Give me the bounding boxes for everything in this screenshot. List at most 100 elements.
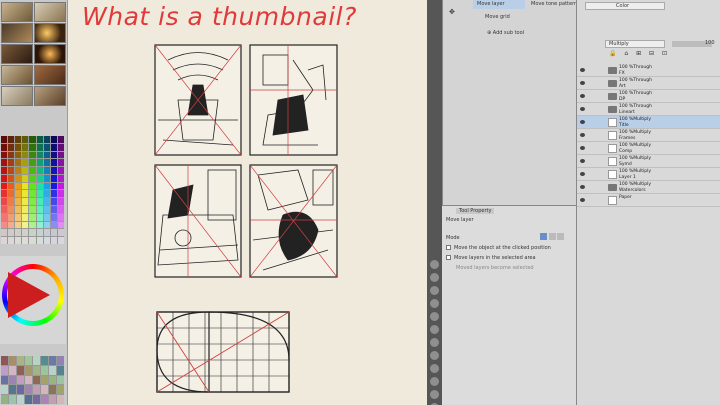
quick-access-button[interactable]: [430, 325, 439, 334]
color-swatch[interactable]: [1, 151, 8, 159]
quick-access-button[interactable]: [430, 260, 439, 269]
color-swatch[interactable]: [9, 365, 16, 375]
color-swatch[interactable]: [29, 237, 36, 244]
option-clicked-position[interactable]: Move the object at the clicked position: [446, 245, 551, 251]
color-swatch[interactable]: [57, 143, 64, 151]
color-swatch[interactable]: [29, 206, 36, 213]
color-swatch[interactable]: [29, 136, 36, 143]
eye-icon[interactable]: [580, 159, 585, 163]
layer-row[interactable]: Paper: [577, 194, 720, 207]
color-swatch[interactable]: [49, 395, 56, 404]
color-swatch[interactable]: [15, 143, 22, 151]
color-swatch[interactable]: [49, 385, 56, 395]
color-swatch[interactable]: [57, 198, 64, 206]
quick-access-button[interactable]: [430, 338, 439, 347]
color-swatch[interactable]: [8, 151, 15, 159]
color-swatch[interactable]: [43, 221, 50, 229]
color-swatch[interactable]: [50, 229, 57, 237]
color-swatch[interactable]: [41, 375, 48, 385]
color-swatch[interactable]: [17, 356, 24, 365]
color-swatch[interactable]: [33, 385, 40, 395]
color-swatch[interactable]: [49, 365, 56, 375]
color-swatch[interactable]: [8, 198, 15, 206]
color-swatch[interactable]: [8, 174, 15, 182]
layer-row[interactable]: 100 %Through Art: [577, 77, 720, 90]
color-swatch[interactable]: [57, 237, 64, 244]
color-swatch[interactable]: [36, 143, 43, 151]
color-swatch[interactable]: [50, 151, 57, 159]
layer-row[interactable]: 100 %Multiply Frames: [577, 129, 720, 142]
color-swatch[interactable]: [8, 206, 15, 213]
color-swatch[interactable]: [43, 167, 50, 174]
color-swatch[interactable]: [22, 143, 29, 151]
color-swatch[interactable]: [22, 213, 29, 221]
color-swatch[interactable]: [1, 174, 8, 182]
color-dropdown[interactable]: Color: [585, 2, 665, 10]
color-swatch[interactable]: [36, 167, 43, 174]
color-swatch[interactable]: [29, 167, 36, 174]
color-swatch[interactable]: [36, 174, 43, 182]
color-swatch[interactable]: [49, 375, 56, 385]
color-swatch[interactable]: [22, 136, 29, 143]
color-swatch[interactable]: [1, 365, 8, 375]
quick-access-button[interactable]: [430, 299, 439, 308]
color-swatch[interactable]: [57, 395, 64, 404]
color-swatch[interactable]: [1, 375, 8, 385]
color-swatch[interactable]: [1, 395, 8, 404]
color-swatch[interactable]: [29, 174, 36, 182]
quick-access-button[interactable]: [430, 286, 439, 295]
color-swatch[interactable]: [25, 385, 32, 395]
color-swatch[interactable]: [50, 159, 57, 167]
color-swatch[interactable]: [50, 190, 57, 198]
color-swatch[interactable]: [8, 190, 15, 198]
quick-access-button[interactable]: [430, 273, 439, 282]
color-swatch[interactable]: [50, 182, 57, 190]
subtool-move-grid[interactable]: Move grid: [481, 12, 514, 22]
eye-icon[interactable]: [580, 120, 585, 124]
color-swatch[interactable]: [9, 385, 16, 395]
color-swatch[interactable]: [36, 237, 43, 244]
color-swatch[interactable]: [33, 375, 40, 385]
eye-icon[interactable]: [580, 185, 585, 189]
color-swatch[interactable]: [1, 237, 8, 244]
color-swatch[interactable]: [36, 151, 43, 159]
color-swatch[interactable]: [43, 159, 50, 167]
reference-image[interactable]: [1, 23, 33, 43]
color-swatch[interactable]: [25, 365, 32, 375]
color-swatch[interactable]: [1, 167, 8, 174]
eye-icon[interactable]: [580, 172, 585, 176]
color-swatch[interactable]: [17, 375, 24, 385]
color-swatch[interactable]: [57, 206, 64, 213]
color-swatch[interactable]: [15, 174, 22, 182]
color-swatch[interactable]: [1, 190, 8, 198]
color-swatch[interactable]: [1, 221, 8, 229]
color-swatch[interactable]: [29, 229, 36, 237]
color-swatch[interactable]: [49, 356, 56, 365]
quick-access-button[interactable]: [430, 351, 439, 360]
color-swatch[interactable]: [15, 136, 22, 143]
color-swatch[interactable]: [9, 356, 16, 365]
color-swatch[interactable]: [22, 190, 29, 198]
layer-row[interactable]: 100 %Multiply Layer 1: [577, 168, 720, 181]
color-swatch[interactable]: [15, 159, 22, 167]
color-swatch[interactable]: [50, 198, 57, 206]
move-icon[interactable]: ✥: [445, 6, 459, 16]
color-swatch[interactable]: [29, 182, 36, 190]
color-swatch[interactable]: [22, 151, 29, 159]
color-swatch[interactable]: [8, 237, 15, 244]
color-swatch[interactable]: [36, 136, 43, 143]
layer-row[interactable]: 100 %Multiply Title: [577, 116, 720, 129]
layer-row[interactable]: 100 %Multiply Symd: [577, 155, 720, 168]
color-swatch[interactable]: [43, 213, 50, 221]
reference-image[interactable]: [34, 65, 66, 85]
reference-image[interactable]: [1, 44, 33, 64]
color-swatch[interactable]: [8, 182, 15, 190]
subtool-move-layer[interactable]: Move layer: [473, 0, 525, 9]
color-swatch[interactable]: [8, 159, 15, 167]
color-swatch[interactable]: [43, 174, 50, 182]
color-swatch[interactable]: [22, 237, 29, 244]
color-swatch[interactable]: [1, 385, 8, 395]
color-swatch[interactable]: [50, 136, 57, 143]
color-swatch[interactable]: [29, 190, 36, 198]
quick-access-button[interactable]: [430, 312, 439, 321]
